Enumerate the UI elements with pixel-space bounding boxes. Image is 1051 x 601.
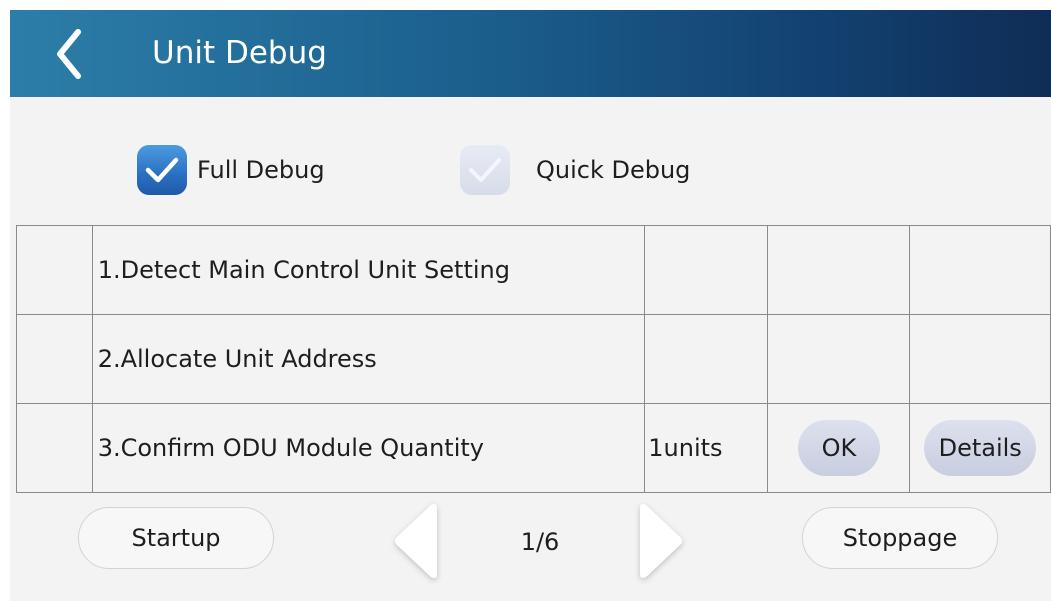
- stoppage-button[interactable]: Stoppage: [802, 507, 998, 569]
- page-indicator: 1/6: [520, 528, 560, 556]
- step-label: 2.Allocate Unit Address: [91, 314, 646, 404]
- table-row: 1.Detect Main Control Unit Setting: [16, 225, 1051, 315]
- status-cell: [16, 314, 93, 404]
- checkbox-checked-icon: [137, 145, 187, 195]
- full-debug-label: Full Debug: [197, 156, 325, 184]
- step-action-cell: [767, 225, 911, 315]
- step-action-cell: OK: [767, 403, 911, 493]
- odu-quantity-value: 1units: [644, 403, 769, 493]
- prev-page-button[interactable]: [387, 498, 447, 584]
- status-cell: [16, 225, 93, 315]
- page-title: Unit Debug: [152, 35, 327, 71]
- step-value: [644, 314, 769, 404]
- quick-debug-label: Quick Debug: [536, 156, 691, 184]
- chevron-left-icon: [57, 29, 81, 79]
- full-debug-checkbox[interactable]: Full Debug: [137, 142, 325, 198]
- ok-button[interactable]: OK: [797, 420, 880, 476]
- triangle-left-icon: [395, 504, 437, 578]
- unit-debug-screen: Unit Debug Full Debug Quick Debug 1.Dete…: [10, 10, 1051, 601]
- next-page-button[interactable]: [630, 498, 690, 584]
- debug-steps-table: 1.Detect Main Control Unit Setting 2.All…: [16, 225, 1051, 493]
- startup-button[interactable]: Startup: [78, 507, 274, 569]
- checkbox-unchecked-icon: [460, 145, 510, 195]
- back-button[interactable]: [48, 24, 92, 84]
- triangle-right-icon: [640, 504, 682, 578]
- details-button[interactable]: Details: [924, 420, 1037, 476]
- table-row: 3.Confirm ODU Module Quantity 1units OK …: [16, 403, 1051, 493]
- step-details-cell: Details: [909, 403, 1051, 493]
- step-action-cell: [767, 314, 911, 404]
- step-label: 1.Detect Main Control Unit Setting: [91, 225, 646, 315]
- status-cell: [16, 403, 93, 493]
- step-value: [644, 225, 769, 315]
- step-label: 3.Confirm ODU Module Quantity: [91, 403, 646, 493]
- quick-debug-checkbox[interactable]: Quick Debug: [460, 142, 690, 198]
- step-details-cell: [909, 225, 1051, 315]
- title-bar: Unit Debug: [10, 10, 1051, 97]
- step-details-cell: [909, 314, 1051, 404]
- table-row: 2.Allocate Unit Address: [16, 314, 1051, 404]
